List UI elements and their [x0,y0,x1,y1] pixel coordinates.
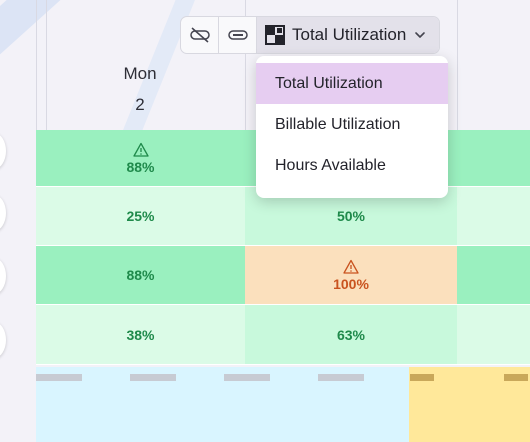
bar-tick [130,374,176,381]
utilization-dropdown[interactable]: Total Utilization [257,17,440,53]
eye-slash-icon [189,27,210,43]
utilization-cell[interactable] [457,130,530,187]
utilization-cell[interactable]: 88% [36,130,245,187]
bar-tick [410,374,434,381]
row-handle[interactable] [0,133,6,169]
chevron-down-icon [415,32,426,38]
warning-icon [132,142,149,157]
day-column-header: Mon 2 [46,60,234,122]
row-handle[interactable] [0,258,6,294]
row-handle[interactable] [0,195,6,231]
day-number: 2 [135,95,145,114]
hide-button[interactable] [181,17,219,53]
menu-item-billable-utilization[interactable]: Billable Utilization [256,104,448,145]
warning-icon [343,259,359,274]
bar-tick [224,374,270,381]
menu-item-hours-available[interactable]: Hours Available [256,145,448,186]
utilization-cell[interactable]: 38% [36,305,245,365]
bar-tick [504,374,528,381]
day-name: Mon [123,64,157,83]
utilization-value: 88% [126,267,155,283]
dropdown-label: Total Utilization [292,25,407,44]
utilization-value: 100% [333,275,369,292]
utilization-value: 50% [336,208,366,224]
bar-view-button[interactable] [219,17,257,53]
utilization-cell[interactable] [457,246,530,305]
view-toolbar: Total Utilization [180,16,441,54]
utilization-menu: Total Utilization Billable Utilization H… [256,56,448,198]
utilization-cell[interactable]: 100% [245,246,457,305]
utilization-cell[interactable]: 63% [245,305,457,365]
utilization-value: 38% [126,326,155,343]
utilization-cell[interactable]: 25% [36,187,245,246]
bar-tick [318,374,364,381]
bar-tick [36,374,82,381]
utilization-value: 25% [126,208,155,224]
utilization-value: 63% [336,326,366,343]
utilization-value: 88% [126,158,155,175]
utilization-cell[interactable] [457,305,530,365]
utilization-cell[interactable]: 88% [36,246,245,305]
grid-icon [265,25,285,45]
menu-item-total-utilization[interactable]: Total Utilization [256,63,448,104]
row-handle[interactable] [0,322,6,358]
utilization-cell[interactable] [457,187,530,246]
bar-icon [227,30,248,40]
